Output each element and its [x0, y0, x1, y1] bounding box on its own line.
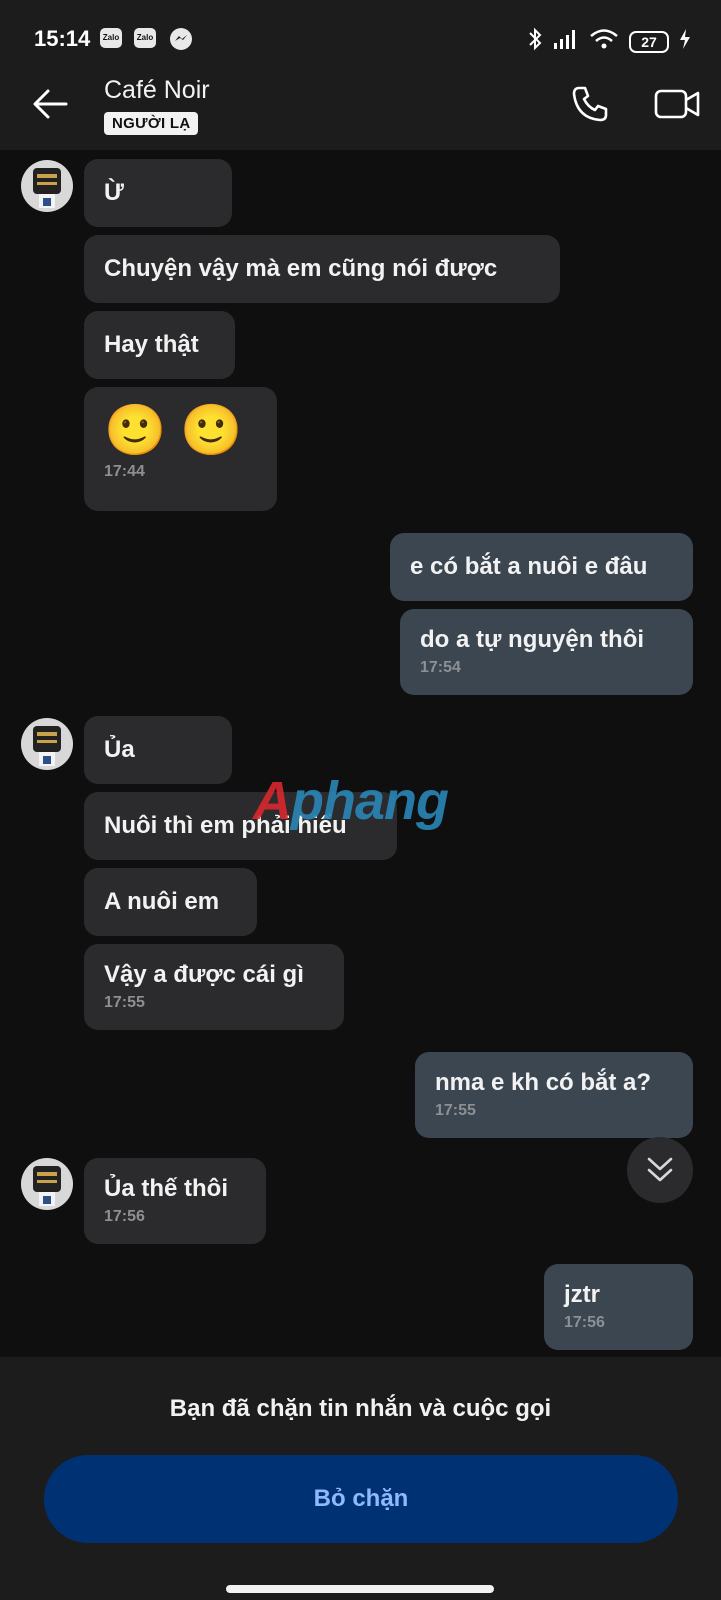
incoming-message[interactable]: Hay thật — [84, 311, 235, 379]
incoming-message[interactable]: Ủa — [84, 716, 232, 784]
blocked-panel: Bạn đã chặn tin nhắn và cuộc gọi Bỏ chặn — [0, 1357, 721, 1600]
messenger-notification-icon — [170, 28, 192, 50]
message-timestamp: 17:56 — [564, 1314, 605, 1331]
message-timestamp: 17:55 — [104, 994, 145, 1011]
incoming-message[interactable]: Ừ — [84, 159, 232, 227]
phone-call-icon[interactable] — [570, 84, 610, 124]
contact-avatar[interactable] — [21, 160, 73, 212]
bluetooth-icon — [527, 27, 543, 56]
message-text: Chuyện vậy mà em cũng nói được — [104, 255, 498, 282]
incoming-message[interactable]: A nuôi em — [84, 868, 257, 936]
message-text: Vậy a được cái gì — [104, 961, 304, 988]
watermark-logo: Aphang — [253, 771, 449, 831]
message-text: do a tự nguyện thôi — [420, 626, 645, 653]
message-text: nma e kh có bắt a? — [435, 1069, 652, 1096]
wifi-icon — [589, 28, 619, 55]
contact-avatar[interactable] — [21, 1158, 73, 1210]
outgoing-message[interactable]: e có bắt a nuôi e đâu — [390, 533, 693, 601]
incoming-message[interactable]: 🙂 🙂 17:44 — [84, 387, 277, 511]
video-call-icon[interactable] — [654, 86, 700, 122]
message-text: jztr — [564, 1281, 600, 1308]
message-text: A nuôi em — [104, 888, 220, 915]
message-emoji: 🙂 🙂 — [104, 402, 243, 458]
scroll-to-bottom-button[interactable] — [627, 1137, 693, 1203]
zalo-notification-icon: Zalo — [134, 28, 156, 48]
home-indicator[interactable] — [226, 1585, 494, 1593]
battery-indicator: 27 — [629, 30, 669, 53]
status-time: 15:14 — [34, 26, 91, 51]
unblock-button[interactable]: Bỏ chặn — [44, 1455, 678, 1543]
incoming-message[interactable]: Vậy a được cái gì 17:55 — [84, 944, 344, 1030]
incoming-message[interactable]: Chuyện vậy mà em cũng nói được — [84, 235, 560, 303]
blocked-notice: Bạn đã chặn tin nhắn và cuộc gọi — [169, 1395, 552, 1422]
message-timestamp: 17:55 — [435, 1102, 476, 1119]
message-text: Ừ — [104, 179, 124, 206]
message-timestamp: 17:56 — [104, 1208, 145, 1225]
outgoing-message[interactable]: do a tự nguyện thôi 17:54 — [400, 609, 693, 695]
status-bar: 15:14 Zalo Zalo 27 — [0, 0, 721, 62]
charging-icon — [679, 28, 691, 55]
message-text: Ủa thế thôi — [104, 1175, 228, 1202]
message-timestamp: 17:44 — [104, 463, 145, 480]
stranger-tag: NGƯỜI LẠ — [104, 112, 199, 135]
outgoing-message[interactable]: jztr 17:56 — [544, 1264, 693, 1350]
chat-header: Café Noir NGƯỜI LẠ — [0, 62, 721, 150]
message-text: Ủa — [104, 736, 135, 763]
zalo-notification-icon: Zalo — [100, 28, 122, 48]
outgoing-message[interactable]: nma e kh có bắt a? 17:55 — [415, 1052, 693, 1138]
incoming-message[interactable]: Ủa thế thôi 17:56 — [84, 1158, 266, 1244]
message-text: e có bắt a nuôi e đâu — [410, 553, 648, 580]
message-list[interactable]: Ừ Chuyện vậy mà em cũng nói được Hay thậ… — [0, 150, 721, 1357]
double-chevron-down-icon — [627, 1157, 693, 1207]
signal-icon — [553, 28, 579, 55]
message-timestamp: 17:54 — [420, 659, 461, 676]
contact-name[interactable]: Café Noir — [104, 76, 210, 105]
contact-avatar[interactable] — [21, 718, 73, 770]
message-text: Hay thật — [104, 331, 199, 358]
back-arrow-icon[interactable] — [30, 84, 70, 124]
